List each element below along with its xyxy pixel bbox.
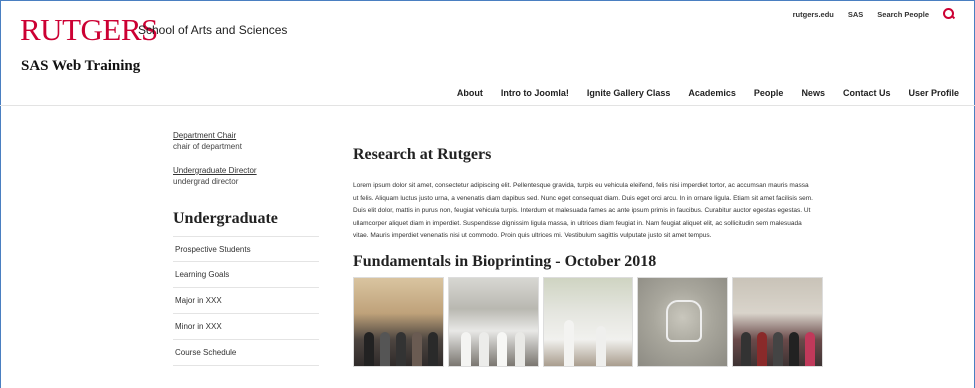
contact-department-chair: Department Chair chair of department (173, 130, 319, 153)
person-figure (741, 331, 752, 366)
person-figure (380, 331, 390, 366)
sidebar-menu: Prospective Students Learning Goals Majo… (173, 236, 319, 366)
nav-people[interactable]: People (745, 88, 793, 98)
nav-news[interactable]: News (792, 88, 834, 98)
gallery-photo-lab-work[interactable] (542, 276, 634, 367)
nav-intro-to-joomla[interactable]: Intro to Joomla! (492, 88, 578, 98)
nav-ignite-gallery-class[interactable]: Ignite Gallery Class (578, 88, 680, 98)
search-icon[interactable] (943, 8, 955, 20)
sidebar-item-major[interactable]: Major in XXX (173, 288, 319, 314)
person-figure (428, 331, 438, 366)
site-title[interactable]: SAS Web Training (21, 58, 140, 75)
gallery-photo-tooth-print[interactable] (637, 276, 729, 367)
sidebar-item-course-schedule[interactable]: Course Schedule (173, 340, 319, 366)
person-figure (805, 331, 816, 366)
sidebar-item-prospective-students[interactable]: Prospective Students (173, 236, 319, 262)
nav-academics[interactable]: Academics (679, 88, 745, 98)
gallery-title: Fundamentals in Bioprinting - October 20… (353, 252, 657, 270)
person-figure (496, 331, 507, 366)
contact-role-link[interactable]: Department Chair (173, 130, 319, 141)
school-name[interactable]: School of Arts and Sciences (138, 23, 287, 37)
gallery-photo-lab-group[interactable] (447, 276, 539, 367)
tooth-icon (666, 299, 703, 342)
sidebar-item-learning-goals[interactable]: Learning Goals (173, 262, 319, 288)
person-figure (789, 331, 800, 366)
contact-person: undergrad director (173, 177, 239, 186)
person-figure (364, 331, 374, 366)
main-content: Research at Rutgers Lorem ipsum dolor si… (353, 146, 823, 367)
contact-role-link[interactable]: Undergraduate Director (173, 165, 319, 176)
person-figure (514, 331, 525, 366)
contact-person: chair of department (173, 142, 242, 151)
site-header: RUTGERS School of Arts and Sciences SAS … (0, 0, 975, 106)
nav-user-profile[interactable]: User Profile (899, 88, 959, 98)
utility-nav: rutgers.edu SAS Search People (793, 8, 955, 20)
person-figure (563, 319, 574, 366)
person-figure (478, 331, 489, 366)
page-title: Research at Rutgers (353, 146, 492, 163)
main-nav: About Intro to Joomla! Ignite Gallery Cl… (448, 88, 959, 98)
gallery-photo-group[interactable] (353, 276, 444, 367)
utility-link-sas[interactable]: SAS (848, 10, 863, 19)
person-figure (757, 331, 768, 366)
person-figure (412, 331, 422, 366)
sidebar-section-title: Undergraduate (173, 210, 278, 227)
contact-undergraduate-director: Undergraduate Director undergrad directo… (173, 165, 319, 188)
person-figure (396, 331, 406, 366)
sidebar: Department Chair chair of department Und… (173, 130, 319, 366)
utility-link-rutgers[interactable]: rutgers.edu (793, 10, 834, 19)
nav-contact-us[interactable]: Contact Us (834, 88, 900, 98)
person-figure (460, 331, 471, 366)
utility-link-search-people[interactable]: Search People (877, 10, 929, 19)
person-figure (595, 325, 606, 366)
gallery-photo-award[interactable] (732, 276, 823, 367)
photo-gallery (353, 276, 823, 367)
sidebar-item-minor[interactable]: Minor in XXX (173, 314, 319, 340)
nav-about[interactable]: About (448, 88, 492, 98)
body-text: Lorem ipsum dolor sit amet, consectetur … (353, 182, 813, 240)
person-figure (773, 331, 784, 366)
